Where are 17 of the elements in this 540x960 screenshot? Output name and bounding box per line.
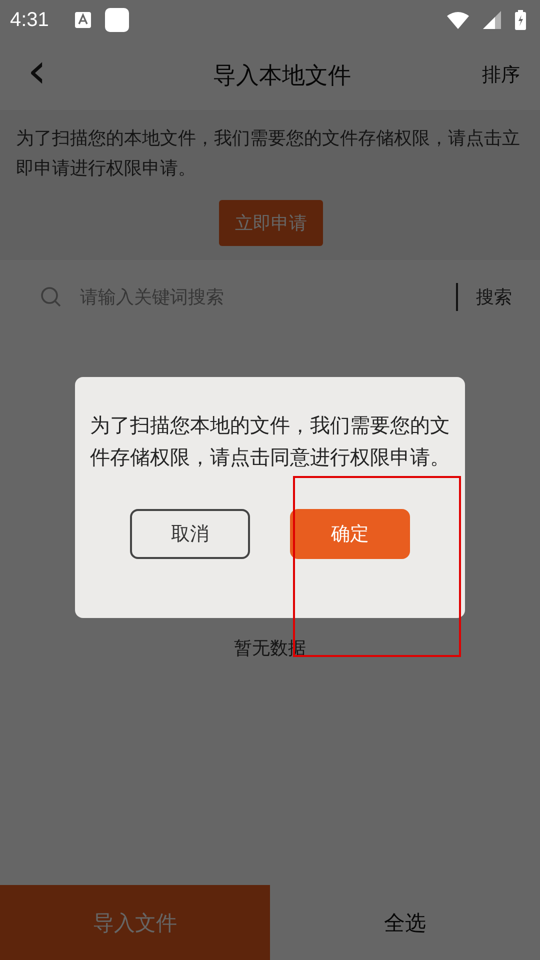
- import-button[interactable]: 导入文件: [0, 885, 270, 960]
- keyboard-notification-icon: [74, 12, 91, 28]
- apply-button[interactable]: 立即申请: [219, 200, 323, 246]
- search-button[interactable]: 搜索: [476, 285, 512, 309]
- dialog-message: 为了扫描您本地的文件，我们需要您的文件存储权限，请点击同意进行权限申请。: [89, 412, 451, 471]
- cancel-button[interactable]: 取消: [130, 509, 250, 559]
- notice-text: 为了扫描您的本地文件，我们需要您的文件存储权限，请点击立即申请进行权限申请。: [16, 127, 521, 181]
- back-button[interactable]: ‹: [22, 47, 52, 95]
- battery-icon: [515, 10, 526, 30]
- confirm-button[interactable]: 确定: [290, 509, 410, 559]
- sort-button[interactable]: 排序: [482, 62, 520, 88]
- page-title: 导入本地文件: [212, 62, 352, 90]
- search-icon: [40, 286, 62, 308]
- status-time: 4:31: [10, 8, 49, 32]
- app-notification-icon: [104, 8, 129, 32]
- wifi-icon: [447, 11, 469, 29]
- signal-icon: [483, 11, 501, 29]
